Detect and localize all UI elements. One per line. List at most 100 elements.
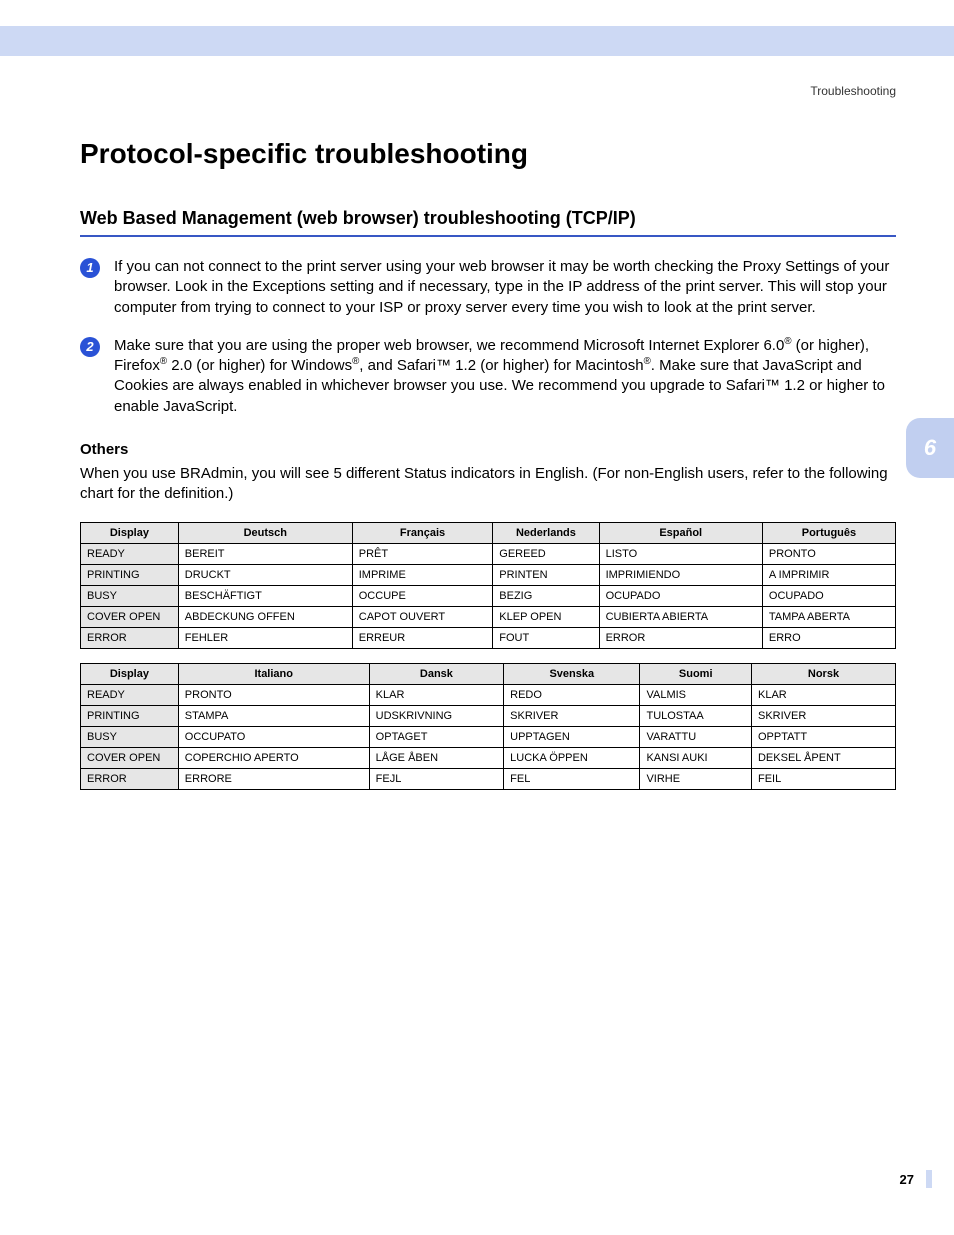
table-cell: BEZIG bbox=[493, 586, 599, 607]
step-2-text: Make sure that you are using the proper … bbox=[114, 336, 896, 417]
page-number: 27 bbox=[900, 1172, 914, 1187]
table-cell: UDSKRIVNING bbox=[369, 706, 503, 727]
table-cell: LISTO bbox=[599, 544, 762, 565]
table-cell: CUBIERTA ABIERTA bbox=[599, 607, 762, 628]
step-1-text: If you can not connect to the print serv… bbox=[114, 257, 896, 318]
table-cell: BUSY bbox=[81, 586, 179, 607]
table-cell: A IMPRIMIR bbox=[762, 565, 895, 586]
table-cell: PRINTING bbox=[81, 706, 179, 727]
table-header-cell: Suomi bbox=[640, 664, 752, 685]
table-cell: LÅGE ÅBEN bbox=[369, 748, 503, 769]
table-header-row: DisplayItalianoDanskSvenskaSuomiNorsk bbox=[81, 664, 896, 685]
table-cell: COVER OPEN bbox=[81, 748, 179, 769]
table-row: COVER OPENCOPERCHIO APERTOLÅGE ÅBENLUCKA… bbox=[81, 748, 896, 769]
table-cell: KLAR bbox=[369, 685, 503, 706]
table-cell: CAPOT OUVERT bbox=[352, 607, 493, 628]
table-cell: KANSI AUKI bbox=[640, 748, 752, 769]
table-cell: ERROR bbox=[599, 628, 762, 649]
table-header-cell: Italiano bbox=[178, 664, 369, 685]
table-header-cell: Nederlands bbox=[493, 523, 599, 544]
table-cell: VIRHE bbox=[640, 769, 752, 790]
table-cell: FEHLER bbox=[178, 628, 352, 649]
status-table-2: DisplayItalianoDanskSvenskaSuomiNorsk RE… bbox=[80, 663, 896, 790]
step-badge-2: 2 bbox=[80, 337, 100, 357]
table-row: READYBEREITPRÊTGEREEDLISTOPRONTO bbox=[81, 544, 896, 565]
table-header-row: DisplayDeutschFrançaisNederlandsEspañolP… bbox=[81, 523, 896, 544]
table-body: READYBEREITPRÊTGEREEDLISTOPRONTOPRINTING… bbox=[81, 544, 896, 649]
table-row: BUSYBESCHÄFTIGTOCCUPEBEZIGOCUPADOOCUPADO bbox=[81, 586, 896, 607]
table-cell: OCCUPATO bbox=[178, 727, 369, 748]
table-row: PRINTINGSTAMPAUDSKRIVNING SKRIVERTULOSTAA… bbox=[81, 706, 896, 727]
table-cell: BESCHÄFTIGT bbox=[178, 586, 352, 607]
table-header-cell: Français bbox=[352, 523, 493, 544]
table-cell: REDO bbox=[504, 685, 640, 706]
table-row: ERRORFEHLERERREURFOUTERRORERRO bbox=[81, 628, 896, 649]
table-cell: READY bbox=[81, 685, 179, 706]
chapter-tab: 6 bbox=[906, 418, 954, 478]
table-cell: COVER OPEN bbox=[81, 607, 179, 628]
table-cell: OCUPADO bbox=[599, 586, 762, 607]
table-cell: COPERCHIO APERTO bbox=[178, 748, 369, 769]
table-cell: ERROR bbox=[81, 769, 179, 790]
table-cell: PRÊT bbox=[352, 544, 493, 565]
table-header-cell: Display bbox=[81, 523, 179, 544]
table-cell: TAMPA ABERTA bbox=[762, 607, 895, 628]
table-cell: DEKSEL ÅPENT bbox=[751, 748, 895, 769]
table-header-cell: Dansk bbox=[369, 664, 503, 685]
table-cell: IMPRIME bbox=[352, 565, 493, 586]
reg-mark-icon: ® bbox=[644, 356, 651, 367]
others-heading: Others bbox=[80, 441, 896, 458]
table-cell: OPTAGET bbox=[369, 727, 503, 748]
table-cell: OPPTATT bbox=[751, 727, 895, 748]
table-cell: STAMPA bbox=[178, 706, 369, 727]
table-row: ERRORERROREFEJLFELVIRHEFEIL bbox=[81, 769, 896, 790]
table-cell: UPPTAGEN bbox=[504, 727, 640, 748]
table-header-cell: Português bbox=[762, 523, 895, 544]
table-body: READYPRONTOKLARREDOVALMISKLARPRINTINGSTA… bbox=[81, 685, 896, 790]
table-cell: BEREIT bbox=[178, 544, 352, 565]
table-header-cell: Norsk bbox=[751, 664, 895, 685]
table-cell: VALMIS bbox=[640, 685, 752, 706]
table-cell: ERRORE bbox=[178, 769, 369, 790]
table-cell: VARATTU bbox=[640, 727, 752, 748]
table-cell: OCUPADO bbox=[762, 586, 895, 607]
table-row: PRINTINGDRUCKTIMPRIMEPRINTENIMPRIMIENDOA… bbox=[81, 565, 896, 586]
table-cell: IMPRIMIENDO bbox=[599, 565, 762, 586]
table-row: BUSYOCCUPATOOPTAGETUPPTAGENVARATTUOPPTAT… bbox=[81, 727, 896, 748]
table-cell: ABDECKUNG OFFEN bbox=[178, 607, 352, 628]
table-cell: ERRO bbox=[762, 628, 895, 649]
s2c: 2.0 (or higher) for Windows bbox=[167, 357, 352, 374]
table-cell: READY bbox=[81, 544, 179, 565]
table-cell: ERREUR bbox=[352, 628, 493, 649]
table-cell: SKRIVER bbox=[751, 706, 895, 727]
table-cell: FEJL bbox=[369, 769, 503, 790]
others-paragraph: When you use BRAdmin, you will see 5 dif… bbox=[80, 464, 896, 505]
table-row: READYPRONTOKLARREDOVALMISKLAR bbox=[81, 685, 896, 706]
table-cell: FEL bbox=[504, 769, 640, 790]
table-cell: OCCUPE bbox=[352, 586, 493, 607]
table-cell: GEREED bbox=[493, 544, 599, 565]
table-cell: PRONTO bbox=[178, 685, 369, 706]
step-badge-1: 1 bbox=[80, 258, 100, 278]
table-cell: FOUT bbox=[493, 628, 599, 649]
s2d: , and Safari™ 1.2 (or higher) for Macint… bbox=[359, 357, 643, 374]
reg-mark-icon: ® bbox=[784, 336, 791, 347]
s2a: Make sure that you are using the proper … bbox=[114, 337, 784, 354]
section-subtitle: Web Based Management (web browser) troub… bbox=[80, 208, 896, 237]
top-accent-band bbox=[0, 26, 954, 56]
table-cell: FEIL bbox=[751, 769, 895, 790]
table-cell: PRINTING bbox=[81, 565, 179, 586]
step-2: 2 Make sure that you are using the prope… bbox=[80, 336, 896, 417]
table-cell: PRINTEN bbox=[493, 565, 599, 586]
table-cell: KLAR bbox=[751, 685, 895, 706]
table-cell: BUSY bbox=[81, 727, 179, 748]
table-cell: DRUCKT bbox=[178, 565, 352, 586]
page-content: Protocol-specific troubleshooting Web Ba… bbox=[80, 138, 896, 804]
running-header: Troubleshooting bbox=[810, 84, 896, 98]
table-cell: TULOSTAA bbox=[640, 706, 752, 727]
table-cell: KLEP OPEN bbox=[493, 607, 599, 628]
status-table-1: DisplayDeutschFrançaisNederlandsEspañolP… bbox=[80, 522, 896, 649]
table-cell: PRONTO bbox=[762, 544, 895, 565]
reg-mark-icon: ® bbox=[160, 356, 167, 367]
table-header-cell: Display bbox=[81, 664, 179, 685]
